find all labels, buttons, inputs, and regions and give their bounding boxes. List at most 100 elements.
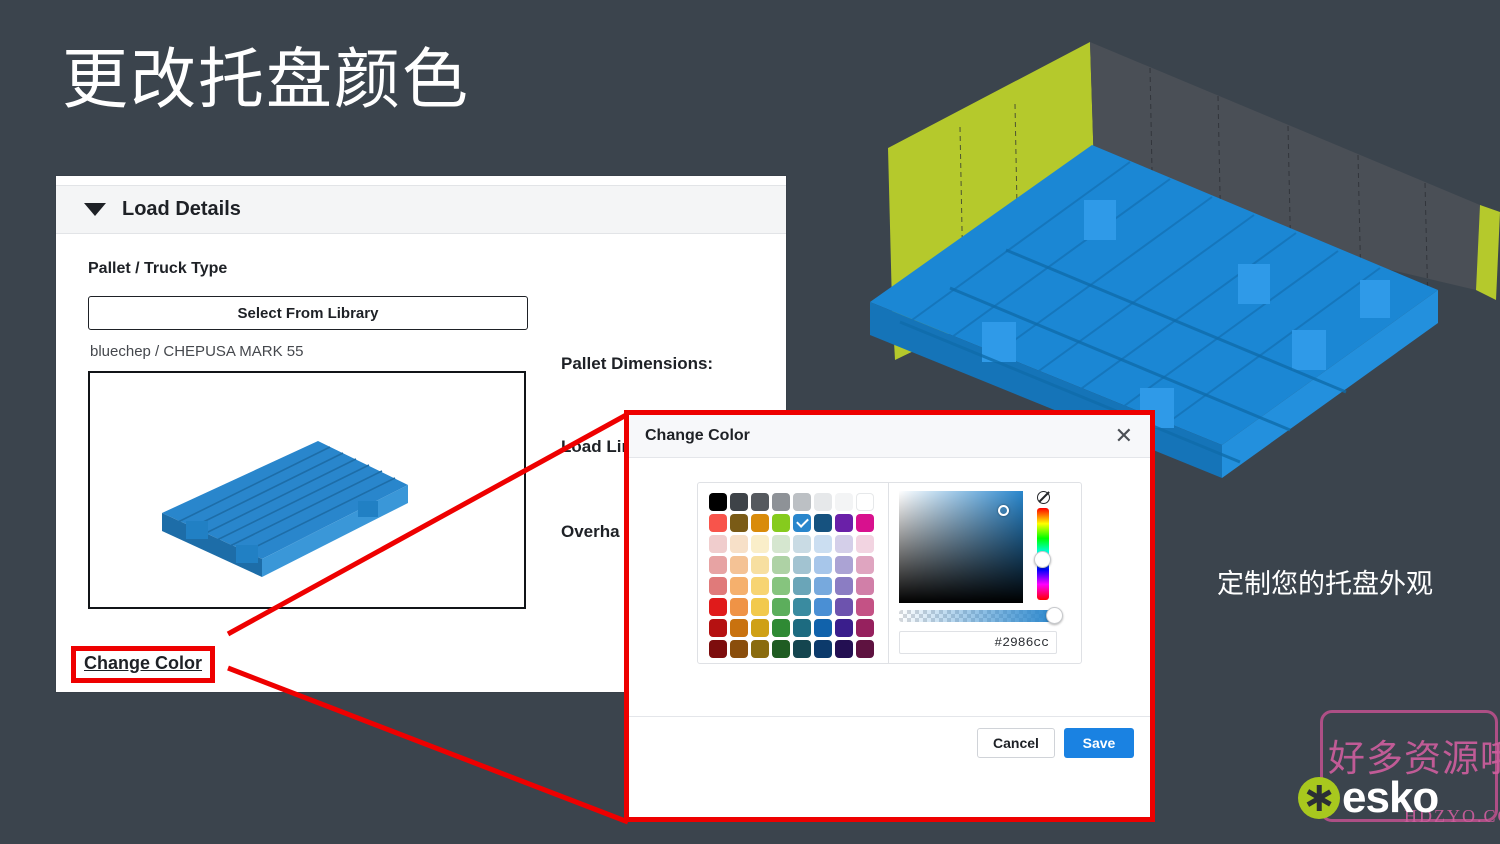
color-swatch[interactable] bbox=[856, 514, 874, 532]
color-swatch[interactable] bbox=[751, 493, 769, 511]
color-swatch[interactable] bbox=[709, 535, 727, 553]
color-swatch[interactable] bbox=[835, 556, 853, 574]
color-swatch[interactable] bbox=[709, 577, 727, 595]
color-swatch[interactable] bbox=[856, 556, 874, 574]
select-from-library-button[interactable]: Select From Library bbox=[88, 296, 528, 330]
change-color-link[interactable]: Change Color bbox=[84, 653, 202, 673]
color-swatch[interactable] bbox=[751, 556, 769, 574]
color-swatch[interactable] bbox=[814, 556, 832, 574]
color-swatch[interactable] bbox=[793, 556, 811, 574]
hue-slider[interactable] bbox=[1034, 508, 1051, 600]
color-picker: #2986cc bbox=[697, 482, 1082, 664]
color-swatch[interactable] bbox=[772, 640, 790, 658]
alpha-slider-handle[interactable] bbox=[1046, 607, 1063, 624]
watermark: 好多资源哦 HDZYO.COM esko bbox=[1296, 692, 1500, 838]
dialog-header: Change Color ✕ bbox=[629, 415, 1150, 458]
color-swatch[interactable] bbox=[772, 493, 790, 511]
color-swatch[interactable] bbox=[751, 640, 769, 658]
saturation-value-square[interactable] bbox=[899, 491, 1023, 603]
cancel-button[interactable]: Cancel bbox=[977, 727, 1055, 758]
color-swatch[interactable] bbox=[772, 619, 790, 637]
color-swatch[interactable] bbox=[793, 535, 811, 553]
save-button[interactable]: Save bbox=[1064, 727, 1134, 758]
color-swatch[interactable] bbox=[835, 493, 853, 511]
color-swatch[interactable] bbox=[709, 640, 727, 658]
color-swatch[interactable] bbox=[793, 640, 811, 658]
swatch-grid[interactable] bbox=[709, 493, 888, 658]
sv-cursor-handle[interactable] bbox=[998, 505, 1009, 516]
color-swatch[interactable] bbox=[730, 514, 748, 532]
color-swatch[interactable] bbox=[751, 577, 769, 595]
color-swatch[interactable] bbox=[751, 598, 769, 616]
overhang-label: Overha bbox=[561, 522, 620, 541]
color-swatch[interactable] bbox=[835, 514, 853, 532]
pallet-preview-thumbnail[interactable] bbox=[88, 371, 526, 609]
gradient-row bbox=[899, 491, 1072, 603]
color-swatch[interactable] bbox=[772, 535, 790, 553]
color-swatch[interactable] bbox=[856, 535, 874, 553]
pallet-truck-type-label: Pallet / Truck Type bbox=[88, 260, 228, 277]
color-swatch[interactable] bbox=[856, 619, 874, 637]
change-color-dialog: Change Color ✕ #2986cc Cancel Save bbox=[624, 410, 1155, 822]
page-title: 更改托盘颜色 bbox=[62, 42, 470, 116]
color-swatch[interactable] bbox=[730, 598, 748, 616]
color-swatch[interactable] bbox=[835, 577, 853, 595]
pallet-thumb-svg bbox=[162, 441, 408, 577]
close-icon[interactable]: ✕ bbox=[1112, 425, 1136, 447]
color-swatch[interactable] bbox=[730, 556, 748, 574]
color-swatch[interactable] bbox=[856, 598, 874, 616]
color-swatch[interactable] bbox=[730, 619, 748, 637]
alpha-slider[interactable] bbox=[899, 607, 1063, 624]
color-swatch[interactable] bbox=[814, 535, 832, 553]
color-swatch[interactable] bbox=[835, 535, 853, 553]
hue-slider-handle[interactable] bbox=[1034, 551, 1051, 569]
no-color-icon[interactable] bbox=[1036, 491, 1050, 504]
color-swatch[interactable] bbox=[835, 640, 853, 658]
change-color-highlight: Change Color bbox=[71, 646, 216, 683]
render-caption: 定制您的托盘外观 bbox=[1217, 569, 1433, 599]
color-swatch[interactable] bbox=[730, 493, 748, 511]
color-swatch[interactable] bbox=[772, 577, 790, 595]
load-details-title: Load Details bbox=[122, 198, 241, 220]
alpha-track bbox=[899, 610, 1057, 622]
color-swatch[interactable] bbox=[772, 514, 790, 532]
color-swatch[interactable] bbox=[751, 514, 769, 532]
hue-column bbox=[1030, 491, 1056, 603]
color-swatch[interactable] bbox=[709, 556, 727, 574]
color-swatch[interactable] bbox=[751, 619, 769, 637]
color-swatch[interactable] bbox=[835, 598, 853, 616]
color-swatch[interactable] bbox=[814, 493, 832, 511]
swatch-palette-pane bbox=[698, 483, 889, 663]
color-swatch[interactable] bbox=[709, 493, 727, 511]
panel-top-strip bbox=[56, 176, 786, 186]
color-swatch[interactable] bbox=[793, 577, 811, 595]
color-swatch[interactable] bbox=[709, 514, 727, 532]
color-swatch[interactable] bbox=[709, 619, 727, 637]
color-swatch[interactable] bbox=[730, 535, 748, 553]
color-swatch[interactable] bbox=[772, 598, 790, 616]
color-swatch[interactable] bbox=[709, 598, 727, 616]
color-swatch[interactable] bbox=[814, 619, 832, 637]
color-swatch[interactable] bbox=[730, 577, 748, 595]
color-swatch[interactable] bbox=[814, 514, 832, 532]
color-swatch[interactable] bbox=[772, 556, 790, 574]
color-swatch[interactable] bbox=[730, 640, 748, 658]
color-swatch[interactable] bbox=[793, 598, 811, 616]
color-swatch[interactable] bbox=[793, 493, 811, 511]
color-swatch[interactable] bbox=[856, 640, 874, 658]
esko-wordmark: esko bbox=[1342, 773, 1439, 822]
color-swatch[interactable] bbox=[793, 514, 811, 532]
esko-logo: esko bbox=[1298, 773, 1439, 822]
hex-value-input[interactable]: #2986cc bbox=[899, 631, 1057, 654]
load-details-header[interactable]: Load Details bbox=[56, 186, 786, 234]
color-swatch[interactable] bbox=[751, 535, 769, 553]
color-swatch[interactable] bbox=[814, 598, 832, 616]
color-swatch[interactable] bbox=[814, 640, 832, 658]
triangle-down-icon[interactable] bbox=[84, 203, 106, 216]
color-swatch[interactable] bbox=[856, 577, 874, 595]
color-swatch[interactable] bbox=[814, 577, 832, 595]
color-swatch[interactable] bbox=[793, 619, 811, 637]
esko-asterisk-icon bbox=[1298, 777, 1340, 819]
color-swatch[interactable] bbox=[835, 619, 853, 637]
color-swatch[interactable] bbox=[856, 493, 874, 511]
